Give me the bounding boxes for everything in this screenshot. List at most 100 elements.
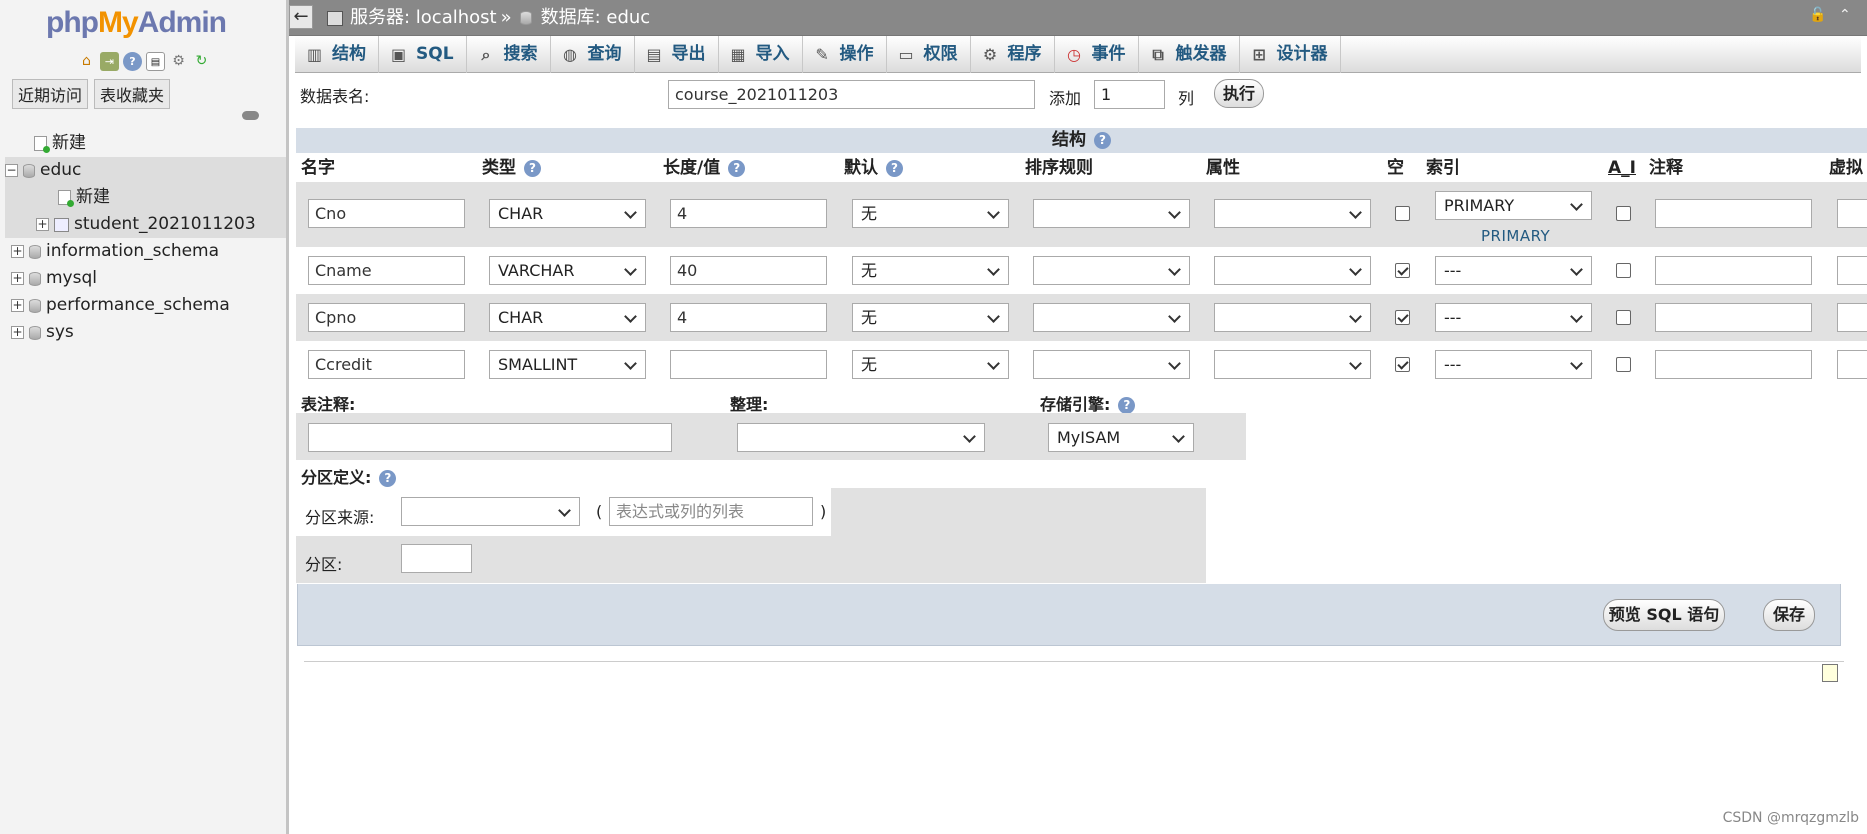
- partition-expression-input[interactable]: 表达式或列的列表: [609, 497, 813, 526]
- tree-item-educ-new[interactable]: 新建: [5, 184, 286, 211]
- tab-structure[interactable]: ▥ 结构: [295, 36, 379, 73]
- tree-item-student-table[interactable]: + student_2021011203: [5, 211, 286, 238]
- tab-search[interactable]: ⌕ 搜索: [467, 36, 551, 73]
- breadcrumb-database[interactable]: 数据库: educ: [541, 0, 651, 36]
- tab-events[interactable]: ◷ 事件: [1055, 36, 1139, 73]
- collapse-icon[interactable]: −: [5, 164, 18, 177]
- field-collation-select[interactable]: [1033, 256, 1190, 285]
- logout-icon[interactable]: ⇥: [100, 52, 119, 71]
- field-ai-checkbox[interactable]: [1616, 357, 1631, 372]
- field-type-select[interactable]: VARCHAR: [489, 256, 646, 285]
- link-icon[interactable]: [242, 111, 259, 120]
- favorites-tab[interactable]: 表收藏夹: [94, 79, 171, 109]
- field-virtuality-select[interactable]: [1837, 256, 1867, 285]
- console-icon[interactable]: [1822, 664, 1838, 682]
- field-ai-checkbox[interactable]: [1616, 206, 1631, 221]
- field-attributes-select[interactable]: [1214, 303, 1371, 332]
- tree-item-educ[interactable]: − educ: [5, 157, 286, 184]
- help-icon[interactable]: ?: [379, 470, 397, 487]
- tree-item-performance-schema[interactable]: + performance_schema: [11, 292, 230, 319]
- field-attributes-select[interactable]: [1214, 350, 1371, 379]
- tree-item-information-schema[interactable]: + information_schema: [11, 238, 219, 265]
- tab-query[interactable]: ◍ 查询: [551, 36, 635, 73]
- field-null-checkbox[interactable]: [1395, 263, 1410, 278]
- field-index-select[interactable]: ---: [1435, 256, 1592, 285]
- field-default-select[interactable]: 无: [852, 350, 1009, 379]
- expand-icon[interactable]: +: [11, 245, 24, 258]
- field-virtuality-select[interactable]: [1837, 199, 1867, 228]
- preview-sql-button[interactable]: 预览 SQL 语句: [1603, 599, 1725, 631]
- settings-gear-icon[interactable]: ⚙: [169, 52, 188, 71]
- help-icon[interactable]: ?: [728, 159, 746, 177]
- field-name-input[interactable]: Ccredit: [308, 350, 465, 379]
- partitions-count-input[interactable]: [401, 544, 472, 573]
- expand-icon[interactable]: +: [11, 326, 24, 339]
- help-icon[interactable]: ?: [123, 52, 142, 71]
- tab-designer[interactable]: ⊞ 设计器: [1240, 36, 1341, 73]
- tree-item-new[interactable]: 新建: [34, 130, 86, 157]
- save-button[interactable]: 保存: [1763, 599, 1815, 631]
- help-icon[interactable]: ?: [886, 159, 903, 177]
- go-button[interactable]: 执行: [1214, 79, 1264, 108]
- field-collation-select[interactable]: [1033, 350, 1190, 379]
- recent-tab[interactable]: 近期访问: [12, 79, 89, 109]
- field-length-input[interactable]: 4: [670, 199, 827, 228]
- field-type-select[interactable]: CHAR: [489, 303, 646, 332]
- help-icon[interactable]: ?: [1118, 397, 1136, 414]
- docs-icon[interactable]: ▤: [146, 52, 165, 71]
- index-primary-label[interactable]: PRIMARY: [1481, 227, 1550, 245]
- expand-icon[interactable]: +: [11, 299, 24, 312]
- field-collation-select[interactable]: [1033, 303, 1190, 332]
- collapse-up-icon[interactable]: ⌃: [1839, 6, 1857, 24]
- help-icon[interactable]: ?: [524, 159, 541, 177]
- field-length-input[interactable]: 40: [670, 256, 827, 285]
- table-collation-select[interactable]: [737, 423, 985, 452]
- field-name-input[interactable]: Cpno: [308, 303, 465, 332]
- field-null-checkbox[interactable]: [1395, 357, 1410, 372]
- tree-item-mysql[interactable]: + mysql: [11, 265, 97, 292]
- field-null-checkbox[interactable]: [1395, 206, 1410, 221]
- field-name-input[interactable]: Cname: [308, 256, 465, 285]
- field-type-select[interactable]: SMALLINT: [489, 350, 646, 379]
- home-icon[interactable]: ⌂: [77, 52, 96, 71]
- phpmyadmin-logo[interactable]: phpMyAdmin: [46, 6, 227, 40]
- field-collation-select[interactable]: [1033, 199, 1190, 228]
- expand-icon[interactable]: +: [36, 218, 49, 231]
- breadcrumb-server[interactable]: 服务器: localhost: [350, 0, 497, 36]
- field-virtuality-select[interactable]: [1837, 350, 1867, 379]
- tab-operations[interactable]: ✎ 操作: [803, 36, 887, 73]
- field-index-select[interactable]: ---: [1435, 303, 1592, 332]
- field-default-select[interactable]: 无: [852, 303, 1009, 332]
- field-index-select[interactable]: ---: [1435, 350, 1592, 379]
- field-ai-checkbox[interactable]: [1616, 310, 1631, 325]
- tab-triggers[interactable]: ⧉ 触发器: [1139, 36, 1240, 73]
- add-columns-count-input[interactable]: 1: [1094, 80, 1165, 109]
- field-index-select[interactable]: PRIMARY: [1435, 191, 1592, 220]
- field-length-input[interactable]: [670, 350, 827, 379]
- partition-source-select[interactable]: [401, 497, 580, 526]
- help-icon[interactable]: ?: [1094, 131, 1111, 149]
- table-name-input[interactable]: course_2021011203: [668, 80, 1035, 109]
- field-comment-input[interactable]: [1655, 350, 1812, 379]
- field-null-checkbox[interactable]: [1395, 310, 1410, 325]
- tab-sql[interactable]: ▣ SQL: [379, 36, 467, 73]
- field-comment-input[interactable]: [1655, 256, 1812, 285]
- field-type-select[interactable]: CHAR: [489, 199, 646, 228]
- reload-icon[interactable]: ↻: [192, 52, 211, 71]
- collapse-sidebar-arrow-icon[interactable]: ←: [289, 5, 313, 29]
- tab-export[interactable]: ▤ 导出: [635, 36, 719, 73]
- field-ai-checkbox[interactable]: [1616, 263, 1631, 278]
- expand-icon[interactable]: +: [11, 272, 24, 285]
- table-comment-input[interactable]: [308, 423, 672, 452]
- field-name-input[interactable]: Cno: [308, 199, 465, 228]
- tab-privileges[interactable]: ▭ 权限: [887, 36, 971, 73]
- tab-routines[interactable]: ⚙ 程序: [971, 36, 1055, 73]
- tree-item-sys[interactable]: + sys: [11, 319, 74, 346]
- tab-import[interactable]: ▦ 导入: [719, 36, 803, 73]
- field-default-select[interactable]: 无: [852, 199, 1009, 228]
- field-attributes-select[interactable]: [1214, 199, 1371, 228]
- field-default-select[interactable]: 无: [852, 256, 1009, 285]
- field-attributes-select[interactable]: [1214, 256, 1371, 285]
- field-virtuality-select[interactable]: [1837, 303, 1867, 332]
- lock-icon[interactable]: 🔓: [1809, 6, 1827, 24]
